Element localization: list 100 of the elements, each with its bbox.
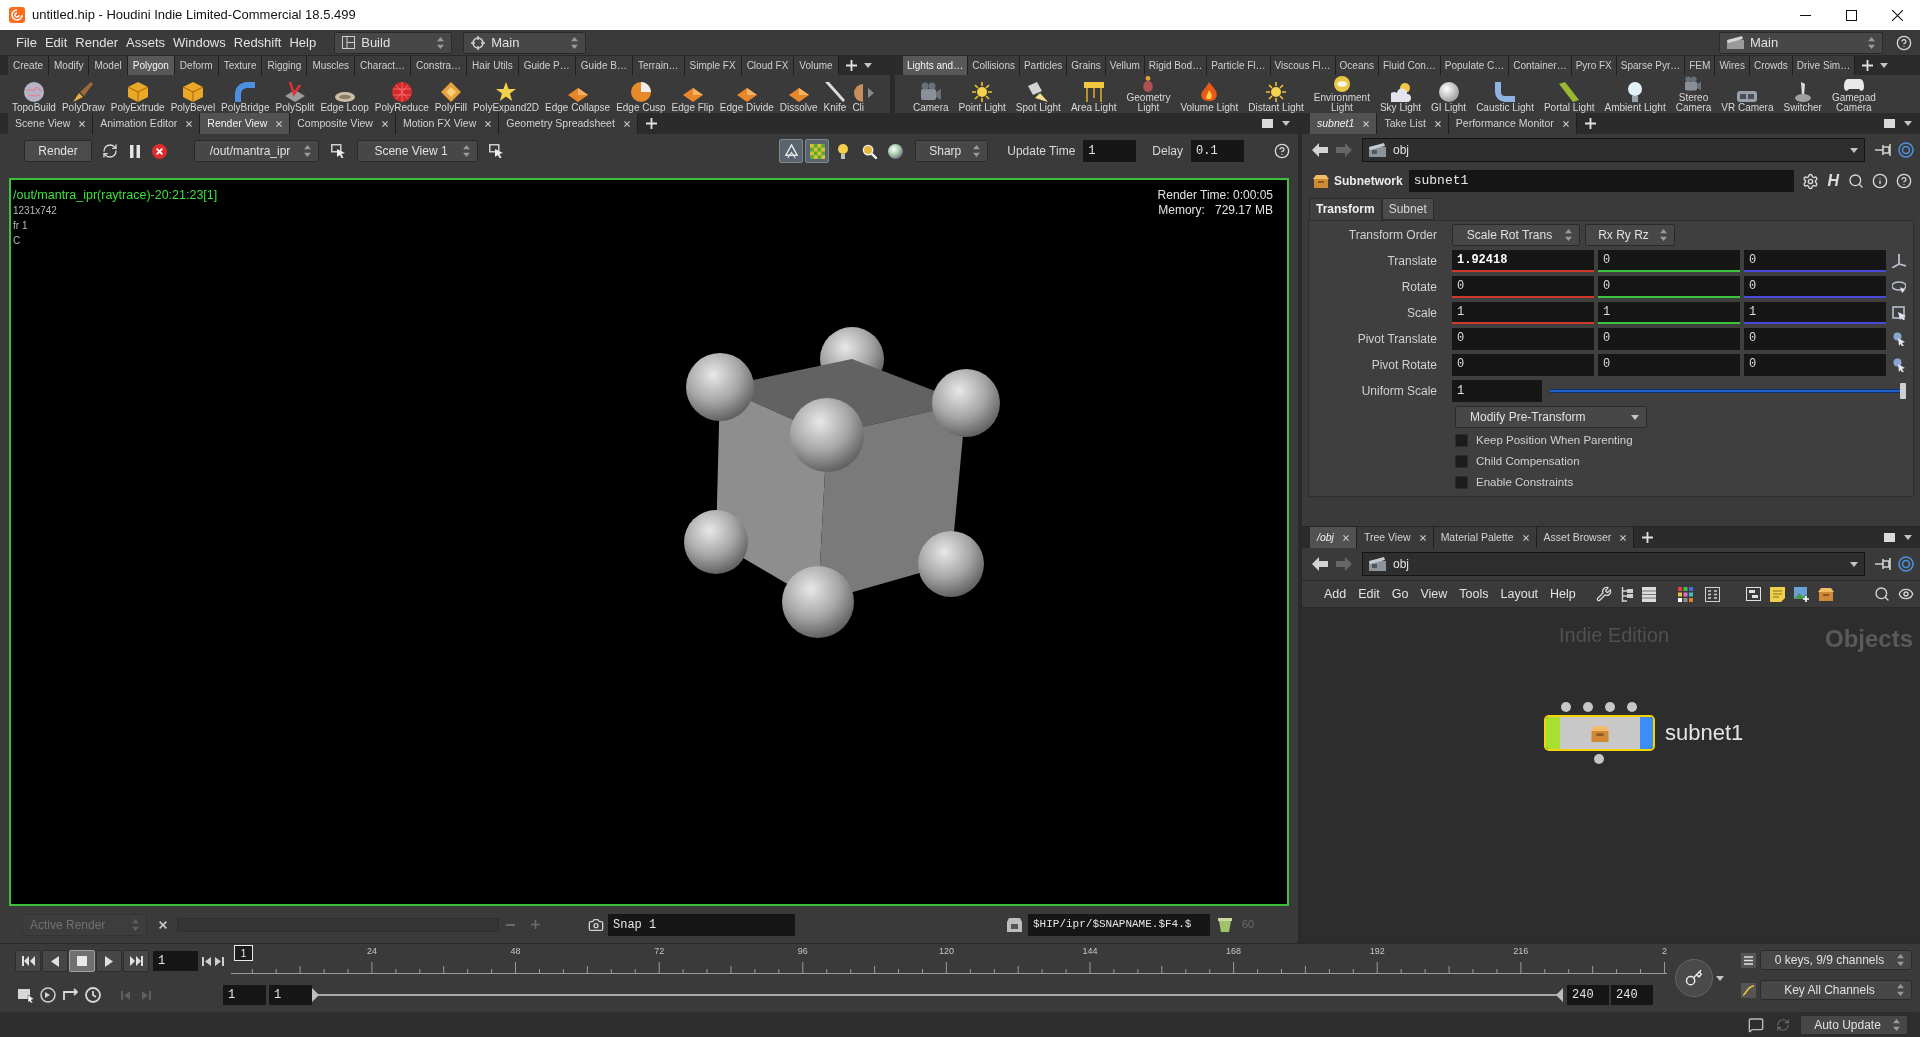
path-field[interactable]: obj [1362, 552, 1865, 576]
shelf-tab[interactable]: Simple FX [684, 56, 742, 75]
playback-button[interactable] [123, 950, 149, 972]
cursor-box-icon[interactable] [18, 987, 34, 1003]
shelf-tab[interactable]: Create [8, 56, 49, 75]
shelf-tool[interactable]: Dissolve [777, 87, 820, 112]
square-cursor-icon[interactable] [1892, 306, 1906, 320]
shelf-tab[interactable]: Particles [1019, 56, 1068, 75]
caret-icon[interactable] [1850, 147, 1858, 153]
shelf-tool[interactable]: Sky Light [1377, 81, 1424, 112]
back-arrow-icon[interactable] [1312, 143, 1328, 157]
tree-icon[interactable] [1620, 586, 1633, 602]
shelf-tool[interactable]: VR Camera [1719, 90, 1776, 112]
caret-icon[interactable] [1880, 63, 1889, 68]
pane-tab[interactable]: Tree View [1356, 527, 1434, 548]
shelf-tool[interactable]: GI Light [1429, 81, 1469, 112]
wrench-icon[interactable] [1595, 586, 1612, 602]
menu-item[interactable]: Windows [169, 32, 230, 53]
maximize-icon[interactable] [1845, 9, 1857, 21]
ring-icon[interactable] [1898, 142, 1914, 158]
prev-frame-icon[interactable] [202, 956, 211, 966]
number-field[interactable]: 0 [1452, 276, 1594, 298]
shelf-tool[interactable]: Gamepad Camera [1829, 79, 1878, 112]
menu-item[interactable]: Edit [1352, 584, 1386, 604]
number-field[interactable]: 1 [1452, 302, 1594, 324]
pane-tab[interactable]: Animation Editor [93, 113, 201, 134]
pane-tab[interactable]: Material Palette [1433, 527, 1537, 548]
frame-range-slider[interactable] [312, 988, 1563, 1002]
shelf-tool[interactable]: Point Light [956, 81, 1008, 112]
shelf-tab[interactable]: Guide B… [575, 56, 633, 75]
menu-item[interactable]: View [1414, 584, 1454, 604]
number-field[interactable]: 1 [1744, 302, 1886, 324]
close-icon[interactable] [79, 120, 86, 127]
playback-start-field[interactable]: 1 [269, 985, 312, 1005]
shelf-tool[interactable]: Cli [850, 83, 867, 112]
turn-arrow-icon[interactable] [62, 988, 79, 1002]
shelf-tab[interactable]: Volume [794, 56, 839, 75]
search-icon[interactable] [1874, 586, 1890, 602]
shelf-tab[interactable]: Pyro FX [1571, 56, 1617, 75]
shelf-tool[interactable]: Caustic Light [1474, 81, 1536, 112]
shelf-tab[interactable]: Wires [1715, 56, 1750, 75]
shelf-tool[interactable]: PolyFill [432, 81, 469, 112]
desktop-dropdown[interactable]: Build [334, 31, 453, 54]
curve-icon[interactable] [1741, 982, 1756, 998]
input-connector[interactable] [1605, 702, 1615, 712]
close-icon[interactable] [1342, 534, 1349, 541]
checkbox[interactable] [1455, 455, 1468, 468]
caret-icon[interactable] [1631, 414, 1639, 420]
playback-button[interactable] [15, 950, 41, 972]
dot-cursor-icon[interactable] [1893, 358, 1905, 372]
menu-item[interactable]: Help [1544, 584, 1582, 604]
shelf-tool[interactable]: Environment Light [1311, 76, 1372, 112]
pane-tab[interactable]: Render View [200, 113, 291, 134]
shelf-tab[interactable]: Vellum [1105, 56, 1145, 75]
minimize-icon[interactable] [1799, 14, 1811, 16]
caret-icon[interactable] [1904, 535, 1912, 540]
number-field[interactable]: 0 [1744, 354, 1886, 376]
pin-icon[interactable] [1875, 144, 1892, 156]
shelf-tool[interactable]: PolyExtrude [108, 81, 167, 112]
output-connector[interactable] [1594, 754, 1604, 764]
play-circle-icon[interactable] [40, 987, 56, 1003]
caret-icon[interactable] [1850, 561, 1858, 567]
slider-track[interactable] [1550, 383, 1906, 399]
number-field[interactable]: 0 [1452, 354, 1594, 376]
dot-cursor-icon[interactable] [1893, 332, 1905, 346]
close-icon[interactable] [1363, 120, 1370, 127]
shelf-tab[interactable]: Deform [174, 56, 219, 75]
next-frame-icon[interactable] [215, 956, 224, 966]
shelf-tool[interactable]: PolyExpand2D [470, 81, 542, 112]
pause-icon[interactable] [130, 144, 140, 158]
shelf-tool[interactable]: Spot Light [1013, 81, 1063, 112]
shelf-tab[interactable]: Sparse Pyr… [1616, 56, 1686, 75]
node-name-field[interactable]: subnet1 [1408, 170, 1795, 192]
shelf-tab[interactable]: Modify [49, 56, 90, 75]
key-button[interactable] [1675, 959, 1713, 997]
menu-dropdown[interactable]: Modify Pre-Transform [1455, 406, 1647, 428]
number-field[interactable]: 0 [1598, 354, 1740, 376]
shelf-tool[interactable]: PolyDraw [59, 81, 107, 112]
update-mode-dropdown[interactable]: Auto Update [1800, 1014, 1908, 1035]
snapshot-field[interactable]: Snap 1 [608, 913, 795, 936]
cursor-box-icon[interactable] [331, 144, 345, 158]
eye-icon[interactable] [1898, 586, 1914, 602]
scroll-right-icon[interactable] [868, 88, 875, 98]
shelf-tab[interactable]: Lights and… [903, 56, 969, 75]
menu-item[interactable]: Add [1318, 584, 1353, 604]
input-connector[interactable] [1627, 702, 1637, 712]
path-field[interactable]: obj [1362, 138, 1865, 162]
caret-icon[interactable] [1904, 121, 1912, 126]
shelf-tab[interactable]: Constra… [411, 56, 468, 75]
chat-icon[interactable] [1748, 1016, 1764, 1033]
key-mode-dropdown[interactable]: Key All Channels [1760, 980, 1912, 1000]
shelf-tab[interactable]: Particle Fl… [1207, 56, 1271, 75]
number-field[interactable]: 1 [1452, 380, 1542, 402]
menu-item[interactable]: Render [71, 32, 122, 53]
shelf-tab[interactable]: Populate C… [1440, 56, 1510, 75]
help-icon[interactable] [1896, 34, 1912, 51]
close-icon[interactable] [1419, 534, 1426, 541]
close-icon[interactable] [159, 920, 167, 929]
back-arrow-icon[interactable] [1312, 557, 1328, 571]
shelf-tool[interactable]: Volume Light [1178, 81, 1241, 112]
